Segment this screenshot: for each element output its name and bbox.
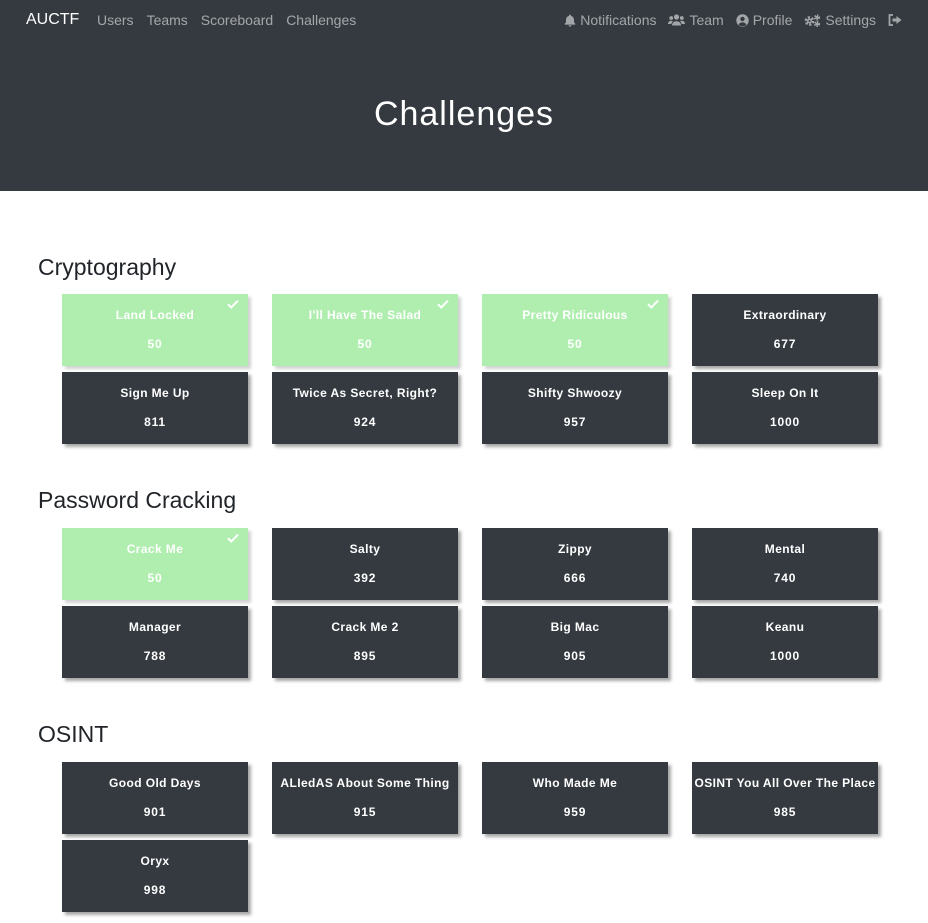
- challenge-name: I'll Have The Salad: [308, 308, 422, 322]
- page-header: Challenges: [0, 40, 928, 191]
- challenge-grid-password-cracking: Crack Me 50 Salty 392 Zippy 666 Mental 740 Manag…: [62, 528, 878, 678]
- challenge-points: 905: [563, 649, 587, 663]
- challenge-points: 50: [567, 337, 583, 351]
- nav-link-scoreboard[interactable]: Scoreboard: [201, 12, 273, 28]
- nav-link-challenges[interactable]: Challenges: [286, 12, 356, 28]
- nav-link-users[interactable]: Users: [97, 12, 134, 28]
- category-title-osint: OSINT: [38, 721, 109, 747]
- challenge-points: 50: [147, 571, 163, 585]
- challenge-card[interactable]: Sleep On It 1000: [692, 372, 878, 444]
- check-icon: [227, 299, 239, 309]
- challenge-points: 985: [773, 805, 797, 819]
- challenge-name: Land Locked: [115, 308, 195, 322]
- challenge-name: Sleep On It: [751, 386, 819, 400]
- nav-right: Notifications Team Profile Settings: [552, 12, 906, 28]
- nav-label-profile: Profile: [752, 12, 793, 28]
- challenge-card[interactable]: Shifty Shwoozy 957: [482, 372, 668, 444]
- challenge-points: 666: [563, 571, 587, 585]
- challenge-points: 901: [143, 805, 167, 819]
- challenge-points: 915: [353, 805, 377, 819]
- challenge-grid-cryptography: Land Locked 50 I'll Have The Salad 50 Pretty…: [62, 294, 878, 444]
- navbar: AUCTF Users Teams Scoreboard Challenges …: [0, 0, 928, 40]
- category-title-password-cracking: Password Cracking: [38, 487, 237, 513]
- challenge-grid-osint: Good Old Days 901 ALIedAS About Some Thing…: [62, 762, 878, 912]
- nav-left: Users Teams Scoreboard Challenges: [97, 12, 369, 28]
- challenge-name: Twice As Secret, Right?: [292, 386, 438, 400]
- challenge-name: Who Made Me: [532, 776, 618, 790]
- challenge-name: Oryx: [140, 854, 170, 868]
- check-icon: [647, 299, 659, 309]
- challenge-card[interactable]: Big Mac 905: [482, 606, 668, 678]
- challenge-name: Salty: [349, 542, 381, 556]
- challenge-card[interactable]: Salty 392: [272, 528, 458, 600]
- challenge-card[interactable]: Extraordinary 677: [692, 294, 878, 366]
- challenge-points: 959: [563, 805, 587, 819]
- challenge-name: Mental: [764, 542, 806, 556]
- nav-label-notifications: Notifications: [580, 12, 657, 28]
- challenge-name: Keanu: [765, 620, 805, 634]
- nav-label-settings: Settings: [825, 12, 876, 28]
- challenge-points: 392: [353, 571, 377, 585]
- challenge-card[interactable]: ALIedAS About Some Thing 915: [272, 762, 458, 834]
- bell-icon: [564, 14, 576, 27]
- check-icon: [227, 533, 239, 543]
- challenge-points: 788: [143, 649, 167, 663]
- nav-link-team[interactable]: Team: [668, 12, 724, 28]
- page-title: Challenges: [373, 95, 555, 133]
- nav-link-profile[interactable]: Profile: [736, 12, 793, 28]
- challenge-card[interactable]: I'll Have The Salad 50: [272, 294, 458, 366]
- challenge-name: OSINT You All Over The Place: [694, 776, 876, 790]
- challenge-points: 1000: [770, 415, 800, 429]
- challenge-name: Extraordinary: [743, 308, 827, 322]
- sign-out-icon: [888, 14, 902, 26]
- challenge-points: 677: [773, 337, 797, 351]
- challenge-name: Big Mac: [550, 620, 600, 634]
- challenge-name: Shifty Shwoozy: [527, 386, 623, 400]
- brand-logo[interactable]: AUCTF: [26, 11, 79, 29]
- challenge-card[interactable]: Manager 788: [62, 606, 248, 678]
- challenge-card[interactable]: Keanu 1000: [692, 606, 878, 678]
- challenge-points: 957: [563, 415, 587, 429]
- challenge-card[interactable]: Pretty Ridiculous 50: [482, 294, 668, 366]
- challenge-name: Good Old Days: [109, 776, 201, 790]
- challenge-name: ALIedAS About Some Thing: [280, 776, 450, 790]
- challenge-points: 924: [353, 415, 377, 429]
- challenge-points: 50: [357, 337, 373, 351]
- gears-icon: [805, 13, 821, 27]
- challenge-points: 998: [143, 883, 167, 897]
- challenge-card[interactable]: Who Made Me 959: [482, 762, 668, 834]
- challenge-card[interactable]: Good Old Days 901: [62, 762, 248, 834]
- challenge-points: 50: [147, 337, 163, 351]
- category-title-cryptography: Cryptography: [38, 254, 177, 280]
- challenge-name: Manager: [128, 620, 182, 634]
- user-circle-icon: [736, 13, 749, 27]
- challenge-points: 895: [353, 649, 377, 663]
- challenge-card[interactable]: Mental 740: [692, 528, 878, 600]
- challenge-name: Crack Me: [126, 542, 184, 556]
- nav-link-teams[interactable]: Teams: [147, 12, 188, 28]
- challenge-name: Zippy: [558, 542, 592, 556]
- challenge-card[interactable]: Zippy 666: [482, 528, 668, 600]
- challenge-card[interactable]: Crack Me 50: [62, 528, 248, 600]
- challenge-card[interactable]: Twice As Secret, Right? 924: [272, 372, 458, 444]
- challenge-points: 1000: [770, 649, 800, 663]
- check-icon: [437, 299, 449, 309]
- nav-label-team: Team: [689, 12, 724, 28]
- challenge-name: Pretty Ridiculous: [522, 308, 628, 322]
- challenge-points: 811: [144, 415, 166, 429]
- challenge-name: Sign Me Up: [120, 386, 190, 400]
- challenge-card[interactable]: Crack Me 2 895: [272, 606, 458, 678]
- challenge-card[interactable]: OSINT You All Over The Place 985: [692, 762, 878, 834]
- challenge-card[interactable]: Land Locked 50: [62, 294, 248, 366]
- challenge-name: Crack Me 2: [331, 620, 399, 634]
- nav-link-notifications[interactable]: Notifications: [564, 12, 656, 28]
- challenge-card[interactable]: Sign Me Up 811: [62, 372, 248, 444]
- logout-button[interactable]: [888, 14, 906, 26]
- challenge-points: 740: [773, 571, 797, 585]
- nav-link-settings[interactable]: Settings: [804, 12, 876, 28]
- challenge-card[interactable]: Oryx 998: [62, 840, 248, 912]
- users-icon: [668, 14, 686, 26]
